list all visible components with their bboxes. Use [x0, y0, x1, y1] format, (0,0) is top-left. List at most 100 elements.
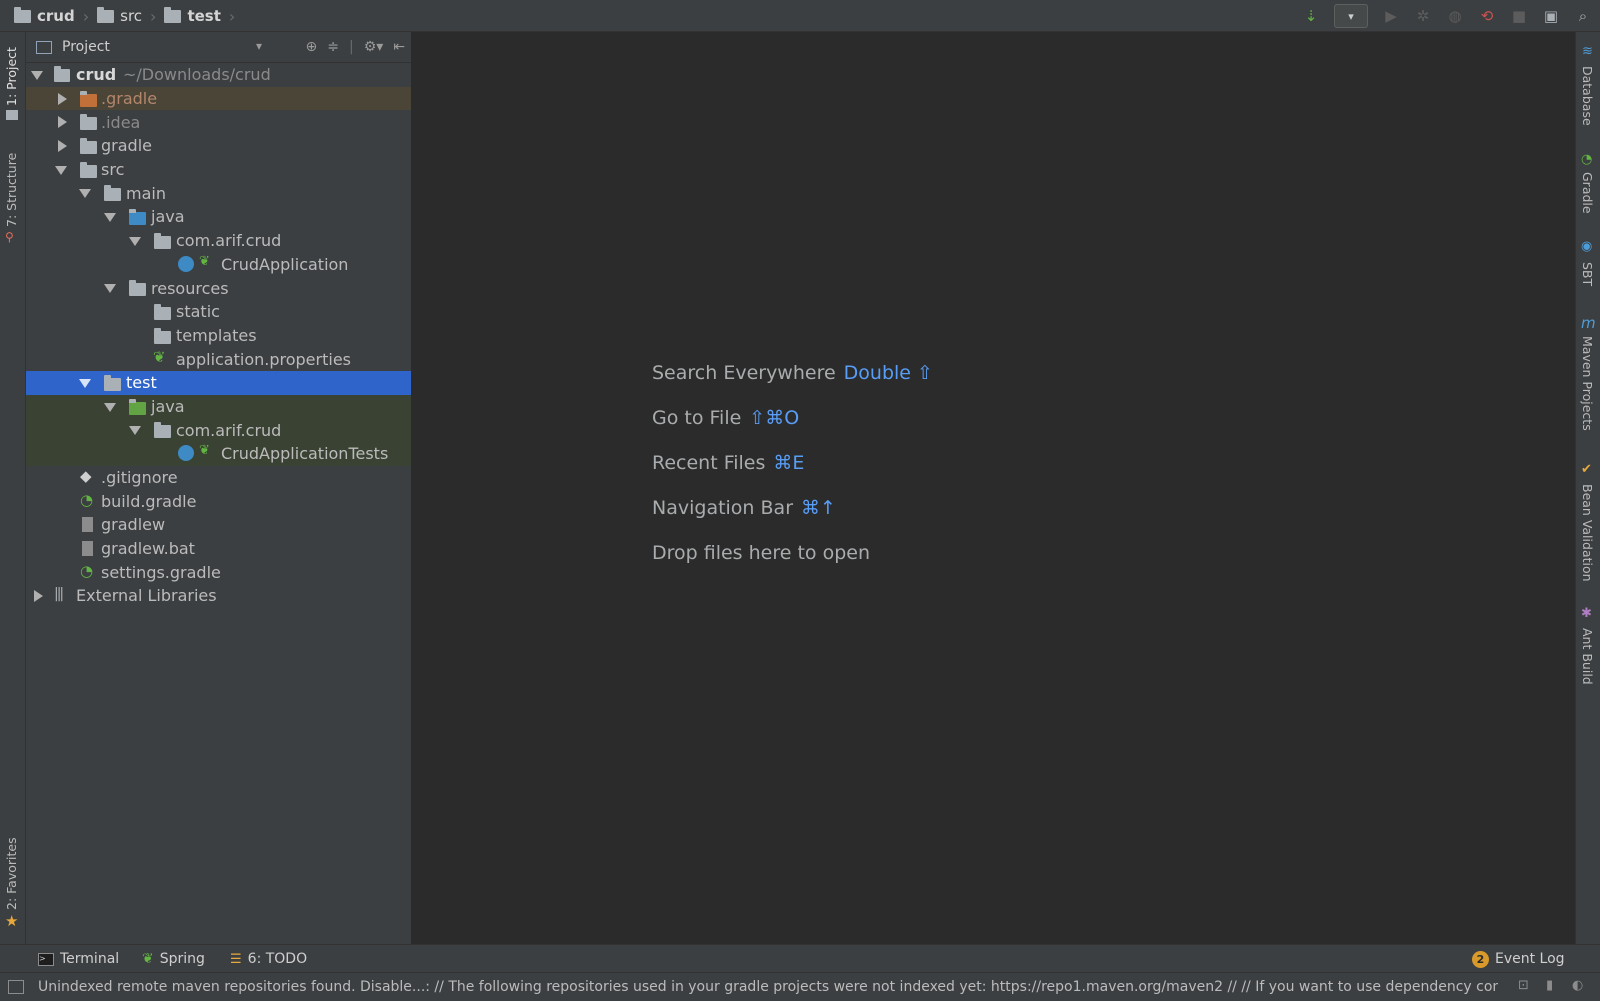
build-icon[interactable]: ⇣: [1302, 7, 1320, 25]
tab-maven-projects[interactable]: Maven Projects: [1580, 336, 1595, 431]
tree-item-java-test[interactable]: java: [26, 394, 411, 419]
project-view-icon: [36, 40, 52, 54]
tree-item-crud-application-tests[interactable]: ❦ CrudApplicationTests: [26, 442, 411, 466]
tab-label: Database: [1580, 66, 1595, 126]
locate-icon[interactable]: ⊕: [306, 39, 318, 55]
tree-item-gradlew-bat[interactable]: gradlew.bat: [26, 537, 411, 561]
stop-icon[interactable]: ■: [1510, 7, 1528, 25]
tree-item-crud-application[interactable]: ❦ CrudApplication: [26, 253, 411, 277]
breadcrumb: crud › src › test ›: [10, 0, 239, 32]
tree-item-package-test[interactable]: com.arif.crud: [26, 418, 411, 442]
status-message[interactable]: Unindexed remote maven repositories foun…: [38, 973, 1498, 1001]
project-tree: crud ~/Downloads/crud .gradle .idea grad…: [26, 63, 411, 608]
tab-terminal[interactable]: > Terminal: [38, 945, 119, 973]
project-panel-actions: ⊕ ≑ | ⚙▾ ⇤: [306, 32, 406, 62]
tree-item-label: application.properties: [176, 349, 351, 369]
tab-database[interactable]: Database: [1580, 66, 1595, 126]
project-view-selector[interactable]: Project: [62, 39, 110, 55]
tree-item-label: CrudApplicationTests: [221, 444, 389, 464]
project-structure-icon[interactable]: ▣: [1542, 7, 1560, 25]
tab-gradle[interactable]: Gradle: [1580, 172, 1595, 214]
expand-arrow-icon[interactable]: [55, 165, 67, 175]
tab-label: 7: Structure: [4, 152, 19, 227]
tree-item-application-properties[interactable]: ❦ application.properties: [26, 347, 411, 371]
expand-arrow-icon[interactable]: [104, 213, 116, 223]
tab-sbt[interactable]: SBT: [1580, 262, 1595, 286]
tree-item-dot-idea[interactable]: .idea: [26, 110, 411, 134]
chevron-right-icon: ›: [228, 6, 236, 26]
gradle-file-icon: ◔: [80, 562, 94, 581]
tree-item-resources[interactable]: resources: [26, 276, 411, 300]
tree-item-gradlew[interactable]: gradlew: [26, 513, 411, 537]
expand-arrow-icon[interactable]: [34, 590, 43, 603]
tool-windows-toggle-icon[interactable]: [8, 980, 24, 994]
event-count-badge: 2: [1472, 950, 1489, 968]
tab-event-log[interactable]: 2 Event Log: [1472, 945, 1565, 973]
tab-structure[interactable]: 7: Structure: [4, 153, 19, 227]
expand-arrow-icon[interactable]: [104, 402, 116, 412]
structure-icon: ⚲: [5, 230, 14, 244]
collapse-all-icon[interactable]: ≑: [327, 39, 339, 55]
tree-item-src[interactable]: src: [26, 158, 411, 182]
breadcrumb-src[interactable]: src: [93, 6, 146, 25]
tree-item-java-main[interactable]: java: [26, 205, 411, 229]
chevron-down-icon[interactable]: ▾: [256, 39, 262, 53]
folder-icon: [164, 6, 182, 23]
memory-indicator-icon[interactable]: ◐: [1572, 978, 1583, 993]
tree-item-build-gradle[interactable]: ◔ build.gradle: [26, 489, 411, 513]
tree-item-label: java: [151, 207, 185, 227]
expand-arrow-icon[interactable]: [129, 236, 141, 246]
tab-label: Terminal: [60, 951, 120, 967]
tree-item-settings-gradle[interactable]: ◔ settings.gradle: [26, 560, 411, 584]
folder-icon: [97, 6, 115, 23]
tab-ant-build[interactable]: Ant Build: [1580, 628, 1595, 685]
expand-arrow-icon[interactable]: [79, 378, 91, 388]
breadcrumb-test[interactable]: test: [160, 6, 224, 25]
tree-item-dot-gradle[interactable]: .gradle: [26, 86, 411, 111]
lock-icon[interactable]: ⊡: [1518, 978, 1529, 993]
debug-icon[interactable]: ✲: [1414, 7, 1432, 25]
expand-arrow-icon[interactable]: [104, 284, 116, 294]
tree-item-templates[interactable]: templates: [26, 324, 411, 348]
gear-icon[interactable]: ⚙▾: [364, 39, 384, 55]
search-icon[interactable]: ⌕: [1574, 7, 1592, 25]
tab-label: Bean Validation: [1580, 484, 1595, 582]
hint-label: Go to File: [652, 406, 742, 429]
spring-properties-icon: ❦: [153, 348, 166, 367]
tree-item-main[interactable]: main: [26, 181, 411, 205]
breadcrumb-crud[interactable]: crud: [10, 6, 79, 25]
expand-arrow-icon[interactable]: [79, 189, 91, 199]
tab-project[interactable]: 1: Project: [4, 47, 19, 106]
tab-spring[interactable]: ❦ Spring: [142, 945, 205, 973]
test-class-icon: [178, 445, 194, 461]
tree-item-test[interactable]: test: [26, 370, 411, 395]
tree-item-static[interactable]: static: [26, 300, 411, 324]
expand-arrow-icon[interactable]: [58, 140, 67, 153]
excluded-folder-icon: [80, 90, 98, 108]
tab-favorites[interactable]: 2: Favorites: [4, 837, 19, 910]
git-icon: ◆: [80, 466, 92, 485]
hint-label: Navigation Bar: [652, 496, 794, 519]
bean-validation-icon: ✔: [1581, 462, 1592, 477]
editor-area[interactable]: Search Everywhere Double ⇧ Go to File ⇧⌘…: [412, 32, 1575, 944]
run-icon[interactable]: ▶: [1382, 7, 1400, 25]
tree-item-gitignore[interactable]: ◆ .gitignore: [26, 466, 411, 490]
folder-icon: [80, 138, 98, 155]
tree-item-package-main[interactable]: com.arif.crud: [26, 229, 411, 253]
tab-bean-validation[interactable]: Bean Validation: [1580, 484, 1595, 582]
folder-icon: [154, 327, 172, 345]
run-configuration-dropdown[interactable]: ▾: [1334, 4, 1368, 28]
tab-todo[interactable]: ☰ 6: TODO: [230, 945, 307, 973]
coverage-icon[interactable]: ◍: [1446, 7, 1464, 25]
expand-arrow-icon[interactable]: [31, 71, 43, 80]
expand-arrow-icon[interactable]: [58, 116, 67, 129]
tree-item-gradle[interactable]: gradle: [26, 134, 411, 158]
tab-label: 6: TODO: [247, 951, 308, 967]
hide-panel-icon[interactable]: ⇤: [393, 39, 405, 55]
tree-item-crud[interactable]: crud ~/Downloads/crud: [26, 63, 411, 87]
tree-item-external-libraries[interactable]: ||| External Libraries: [26, 584, 411, 608]
expand-arrow-icon[interactable]: [129, 426, 141, 436]
inspector-icon[interactable]: ▮: [1546, 978, 1553, 993]
expand-arrow-icon[interactable]: [58, 92, 67, 105]
attach-debugger-icon[interactable]: ⟲: [1478, 7, 1496, 25]
